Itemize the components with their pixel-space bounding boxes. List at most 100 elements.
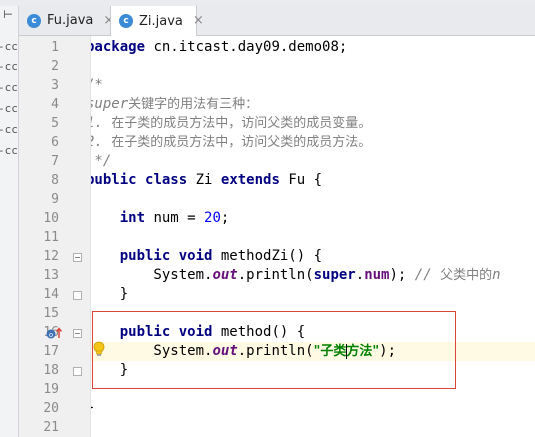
code-line: } <box>91 361 128 380</box>
code-text: Fu { <box>279 172 323 188</box>
tab-fu-java[interactable]: c Fu.java × <box>19 6 114 35</box>
string-literal: 方法" <box>346 344 380 359</box>
code-text: ; <box>220 210 230 226</box>
code-line: public void methodZi() { <box>91 247 322 266</box>
line-number: 7 <box>51 154 59 169</box>
line-number: 17 <box>43 344 59 359</box>
collapse-panel-icon[interactable]: ⊢ <box>1 8 15 22</box>
svg-text:o: o <box>49 331 53 339</box>
line-number: 15 <box>43 306 59 321</box>
code-text: method() { <box>212 324 306 340</box>
line-number: 19 <box>43 382 59 397</box>
comment-text: /* <box>91 77 103 93</box>
code-line: System.out.println("子类方法"); <box>91 342 396 361</box>
code-line: public void method() { <box>91 323 305 342</box>
code-line: super关键字的用法有三种： <box>91 95 258 114</box>
code-text: .println( <box>237 343 314 359</box>
comment-text: // <box>414 267 441 283</box>
code-text: . <box>355 267 365 283</box>
line-number: 6 <box>51 135 59 150</box>
line-number: 9 <box>51 192 59 207</box>
code-text: } <box>119 362 129 378</box>
line-number: 1 <box>51 40 59 55</box>
fold-end-icon[interactable] <box>73 291 82 300</box>
line-number: 20 <box>43 401 59 416</box>
keyword: extends <box>220 172 280 188</box>
editor-gutter: 1 2 3 4 5 6 7 8 9 10 11 12 13 14 15 16 1… <box>19 36 91 437</box>
line-number: 4 <box>51 97 59 112</box>
line-number: 10 <box>43 211 59 226</box>
line-number: 8 <box>51 173 59 188</box>
string-literal: "子类 <box>313 344 347 359</box>
lightbulb-icon[interactable] <box>92 341 106 357</box>
project-tree-item[interactable]: -cc <box>0 81 18 95</box>
keyword: super <box>313 267 356 283</box>
tab-zi-java[interactable]: c Zi.java × <box>110 6 204 36</box>
line-number: 3 <box>51 78 59 93</box>
project-tree-item[interactable]: -cc <box>0 40 18 54</box>
code-text: methodZi() { <box>212 248 323 264</box>
field-ref: num <box>364 267 390 283</box>
editor-tab-bar: c Fu.java × c Zi.java × <box>19 6 535 36</box>
code-text: System. <box>91 267 213 283</box>
comment-text: super <box>91 96 129 112</box>
keyword: void <box>178 324 213 340</box>
code-line: } <box>91 399 94 418</box>
fold-toggle-icon[interactable] <box>73 329 82 338</box>
code-line: */ <box>91 152 111 171</box>
keyword: package <box>91 39 146 55</box>
comment-text: 在子类的成员方法中，访问父类的成员变量。 <box>111 116 372 131</box>
code-line: /* <box>91 76 103 95</box>
line-number: 2 <box>51 59 59 74</box>
code-line: } <box>91 285 128 304</box>
class-name: Zi <box>187 172 221 188</box>
line-number: 12 <box>43 249 59 264</box>
line-number: 13 <box>43 268 59 283</box>
comment-text: n <box>492 267 501 283</box>
code-text: } <box>119 286 129 302</box>
line-number: 18 <box>43 363 59 378</box>
code-text: ); <box>379 343 397 359</box>
static-field: out <box>212 343 238 359</box>
comment-text: 关键字的用法有三种： <box>128 97 259 112</box>
code-editor[interactable]: package cn.itcast.day09.demo08; /* super… <box>91 36 535 437</box>
comment-text: 2. <box>91 134 103 150</box>
line-number: 14 <box>43 287 59 302</box>
close-icon[interactable]: × <box>193 14 204 28</box>
keyword: int <box>119 210 146 226</box>
code-line: 1. 在子类的成员方法中，访问父类的成员变量。 <box>91 114 371 133</box>
project-tree-item[interactable]: -cc <box>0 144 18 158</box>
project-tree-item[interactable]: -cc <box>0 60 18 74</box>
code-line: package cn.itcast.day09.demo08; <box>91 38 347 57</box>
project-tree-item[interactable]: -cc <box>0 102 18 116</box>
code-line: public class Zi extends Fu { <box>91 171 322 190</box>
code-text: } <box>91 400 94 416</box>
overrides-method-icon[interactable]: o <box>46 326 64 340</box>
code-text: ); <box>389 267 415 283</box>
class-icon: c <box>119 14 133 28</box>
code-line: 2. 在子类的成员方法中，访问父类的成员方法。 <box>91 133 371 152</box>
comment-text: 父类中的 <box>440 268 493 283</box>
keyword: public <box>119 324 171 340</box>
line-number: 21 <box>43 420 59 435</box>
static-field: out <box>212 267 238 283</box>
comment-text: 在子类的成员方法中，访问父类的成员方法。 <box>111 135 372 150</box>
keyword: public <box>91 172 137 188</box>
class-icon: c <box>27 13 41 28</box>
keyword: class <box>145 172 188 188</box>
tab-label: Fu.java <box>47 13 94 28</box>
project-panel: ⊢ -cc -cc -cc -cc -cc -cc <box>0 6 19 437</box>
code-text: .println( <box>237 267 314 283</box>
line-number: 11 <box>43 230 59 245</box>
project-tree-item[interactable]: -cc <box>0 123 18 137</box>
keyword: public <box>119 248 171 264</box>
fold-end-icon[interactable] <box>73 367 82 376</box>
ide-window: ⊢ -cc -cc -cc -cc -cc -cc c Fu.java × c … <box>0 0 535 437</box>
fold-toggle-icon[interactable] <box>73 253 82 262</box>
code-text: cn.itcast.day09.demo08; <box>145 39 348 55</box>
code-text: System. <box>91 343 213 359</box>
comment-text: */ <box>94 153 112 169</box>
